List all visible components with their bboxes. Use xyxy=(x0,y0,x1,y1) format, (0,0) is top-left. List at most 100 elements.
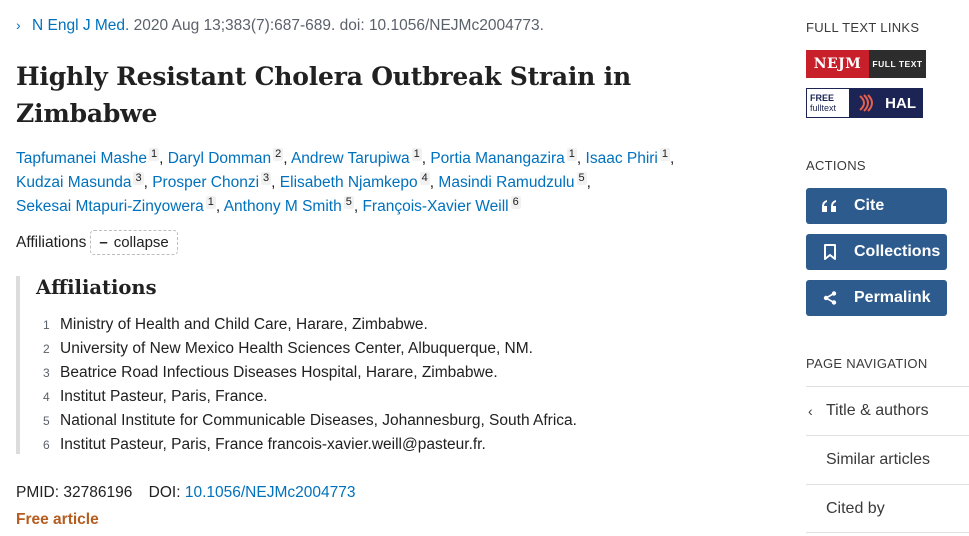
page-navigation-heading: PAGE NAVIGATION xyxy=(806,356,928,371)
nav-item-cited-by[interactable]: Cited by xyxy=(806,484,969,533)
permalink-label: Permalink xyxy=(854,289,931,306)
author-item: Masindi Ramudzulu 5 xyxy=(438,172,587,191)
affiliation-item: 6 Institut Pasteur, Paris, France francoi… xyxy=(36,433,716,457)
affiliation-ref[interactable]: 1 xyxy=(566,148,577,161)
hal-free-fulltext-link[interactable]: FREE fulltext HAL xyxy=(806,88,923,118)
pmid-label: PMID: xyxy=(16,484,60,501)
bookmark-icon xyxy=(820,244,840,260)
author-item: Andrew Tarupiwa 1 xyxy=(291,148,422,167)
affiliation-number: 6 xyxy=(43,438,50,452)
doi-label: DOI: xyxy=(148,484,181,501)
affiliation-ref[interactable]: 3 xyxy=(261,172,272,185)
affiliation-item: 5 National Institute for Communicable Dis… xyxy=(36,409,716,433)
affiliation-ref[interactable]: 5 xyxy=(576,172,587,185)
cite-button[interactable]: Cite xyxy=(806,188,947,224)
collections-label: Collections xyxy=(854,243,941,260)
author-link[interactable]: Sekesai Mtapuri-Zinyowera xyxy=(16,198,204,215)
affiliation-ref[interactable]: 1 xyxy=(659,148,671,161)
nav-item-similar-articles[interactable]: Similar articles xyxy=(806,435,969,484)
affiliation-item: 2 University of New Mexico Health Science… xyxy=(36,337,716,361)
journal-link[interactable]: N Engl J Med. xyxy=(32,17,129,34)
nejm-logo-text: NEJM xyxy=(806,50,869,78)
doi-link[interactable]: 10.1056/NEJMc2004773 xyxy=(185,484,356,501)
affiliations-toggle-row: Affiliations – collapse xyxy=(16,230,178,255)
hal-label: HAL xyxy=(885,94,916,112)
author-item: Prosper Chonzi 3 xyxy=(152,172,272,191)
author-link[interactable]: Kudzai Masunda xyxy=(16,174,131,191)
affiliation-item: 1 Ministry of Health and Child Care, Hara… xyxy=(36,313,716,337)
affiliation-item: 3 Beatrice Road Infectious Diseases Hospi… xyxy=(36,361,716,385)
affiliation-text: Institut Pasteur, Paris, France francois… xyxy=(60,436,486,453)
author-item: François-Xavier Weill 6 xyxy=(362,196,521,215)
affiliation-text: Institut Pasteur, Paris, France. xyxy=(60,388,268,405)
affiliation-ref[interactable]: 2 xyxy=(273,148,284,161)
author-item: Isaac Phiri 1 xyxy=(586,148,671,167)
affiliation-ref[interactable]: 6 xyxy=(510,196,521,209)
chevron-right-icon[interactable]: › xyxy=(16,17,28,33)
affiliation-number: 4 xyxy=(43,390,50,404)
nav-item-label: Similar articles xyxy=(826,451,931,468)
author-item: Kudzai Masunda 3 xyxy=(16,172,144,191)
author-link[interactable]: Andrew Tarupiwa xyxy=(291,150,410,167)
author-link[interactable]: François-Xavier Weill xyxy=(362,198,508,215)
affiliations-panel: Affiliations 1 Ministry of Health and Chi… xyxy=(16,276,716,454)
minus-icon: – xyxy=(99,234,108,251)
nejm-full-text-label: FULL TEXT xyxy=(869,50,926,78)
author-item: Tapfumanei Mashe 1 xyxy=(16,148,160,167)
affiliation-ref[interactable]: 5 xyxy=(343,196,354,209)
author-link[interactable]: Prosper Chonzi xyxy=(152,174,259,191)
author-link[interactable]: Isaac Phiri xyxy=(586,150,658,167)
hal-badge: HAL xyxy=(849,89,922,117)
authors-list: Tapfumanei Mashe 1, Daryl Domman 2, Andrew… xyxy=(16,148,675,215)
affiliation-ref[interactable]: 1 xyxy=(205,196,216,209)
author-item: Daryl Domman 2 xyxy=(168,148,284,167)
fulltext-label: fulltext xyxy=(810,103,837,113)
collapse-affiliations-button[interactable]: – collapse xyxy=(90,230,178,255)
affiliation-ref[interactable]: 1 xyxy=(411,148,422,161)
affiliation-number: 5 xyxy=(43,414,50,428)
affiliation-number: 2 xyxy=(43,342,50,356)
author-link[interactable]: Portia Manangazira xyxy=(430,150,564,167)
affiliation-number: 3 xyxy=(43,366,50,380)
affiliation-text: Beatrice Road Infectious Diseases Hospit… xyxy=(60,364,498,381)
citation-details: 2020 Aug 13;383(7):687-689. doi: 10.1056… xyxy=(133,17,544,34)
author-link[interactable]: Anthony M Smith xyxy=(224,198,342,215)
page-navigation-list: ‹ Title & authors Similar articles Cited… xyxy=(806,386,969,533)
affiliation-text: National Institute for Communicable Dise… xyxy=(60,412,577,429)
affiliation-item: 4 Institut Pasteur, Paris, France. xyxy=(36,385,716,409)
author-link[interactable]: Tapfumanei Mashe xyxy=(16,150,147,167)
author-item: Anthony M Smith 5 xyxy=(224,196,354,215)
chevron-left-icon: ‹ xyxy=(808,403,813,419)
nav-item-title-authors[interactable]: ‹ Title & authors xyxy=(806,386,969,435)
permalink-button[interactable]: Permalink xyxy=(806,280,947,316)
nav-item-label: Cited by xyxy=(826,499,885,517)
quote-icon xyxy=(820,199,840,213)
nav-item-label: Title & authors xyxy=(826,402,929,419)
affiliation-ref[interactable]: 4 xyxy=(419,172,430,185)
author-item: Portia Manangazira 1 xyxy=(430,148,577,167)
article-title: Highly Resistant Cholera Outbreak Strain… xyxy=(16,62,631,128)
author-link[interactable]: Masindi Ramudzulu xyxy=(438,174,574,191)
affiliations-list: 1 Ministry of Health and Child Care, Hara… xyxy=(36,313,716,457)
nejm-full-text-link[interactable]: NEJM FULL TEXT xyxy=(806,50,926,78)
pmid-value: 32786196 xyxy=(63,484,133,501)
actions-heading: ACTIONS xyxy=(806,158,866,173)
article-ids: PMID: 32786196 DOI: 10.1056/NEJMc2004773 xyxy=(16,484,355,502)
author-link[interactable]: Daryl Domman xyxy=(168,150,271,167)
author-link[interactable]: Elisabeth Njamkepo xyxy=(280,174,418,191)
free-article-label: Free article xyxy=(16,511,99,528)
hal-logo-icon xyxy=(859,94,874,112)
affiliations-heading: Affiliations xyxy=(36,276,157,299)
affiliation-ref[interactable]: 1 xyxy=(148,148,160,161)
cite-label: Cite xyxy=(854,197,885,214)
affiliation-ref[interactable]: 3 xyxy=(133,172,144,185)
affiliations-label: Affiliations xyxy=(16,233,87,251)
author-item: Sekesai Mtapuri-Zinyowera 1 xyxy=(16,196,216,215)
collapse-label: collapse xyxy=(113,234,169,251)
free-label: FREE xyxy=(810,93,835,103)
collections-button[interactable]: Collections xyxy=(806,234,947,270)
author-item: Elisabeth Njamkepo 4 xyxy=(280,172,430,191)
full-text-links-heading: FULL TEXT LINKS xyxy=(806,20,920,35)
affiliation-text: Ministry of Health and Child Care, Harar… xyxy=(60,316,428,333)
free-fulltext-badge: FREE fulltext xyxy=(807,89,849,117)
